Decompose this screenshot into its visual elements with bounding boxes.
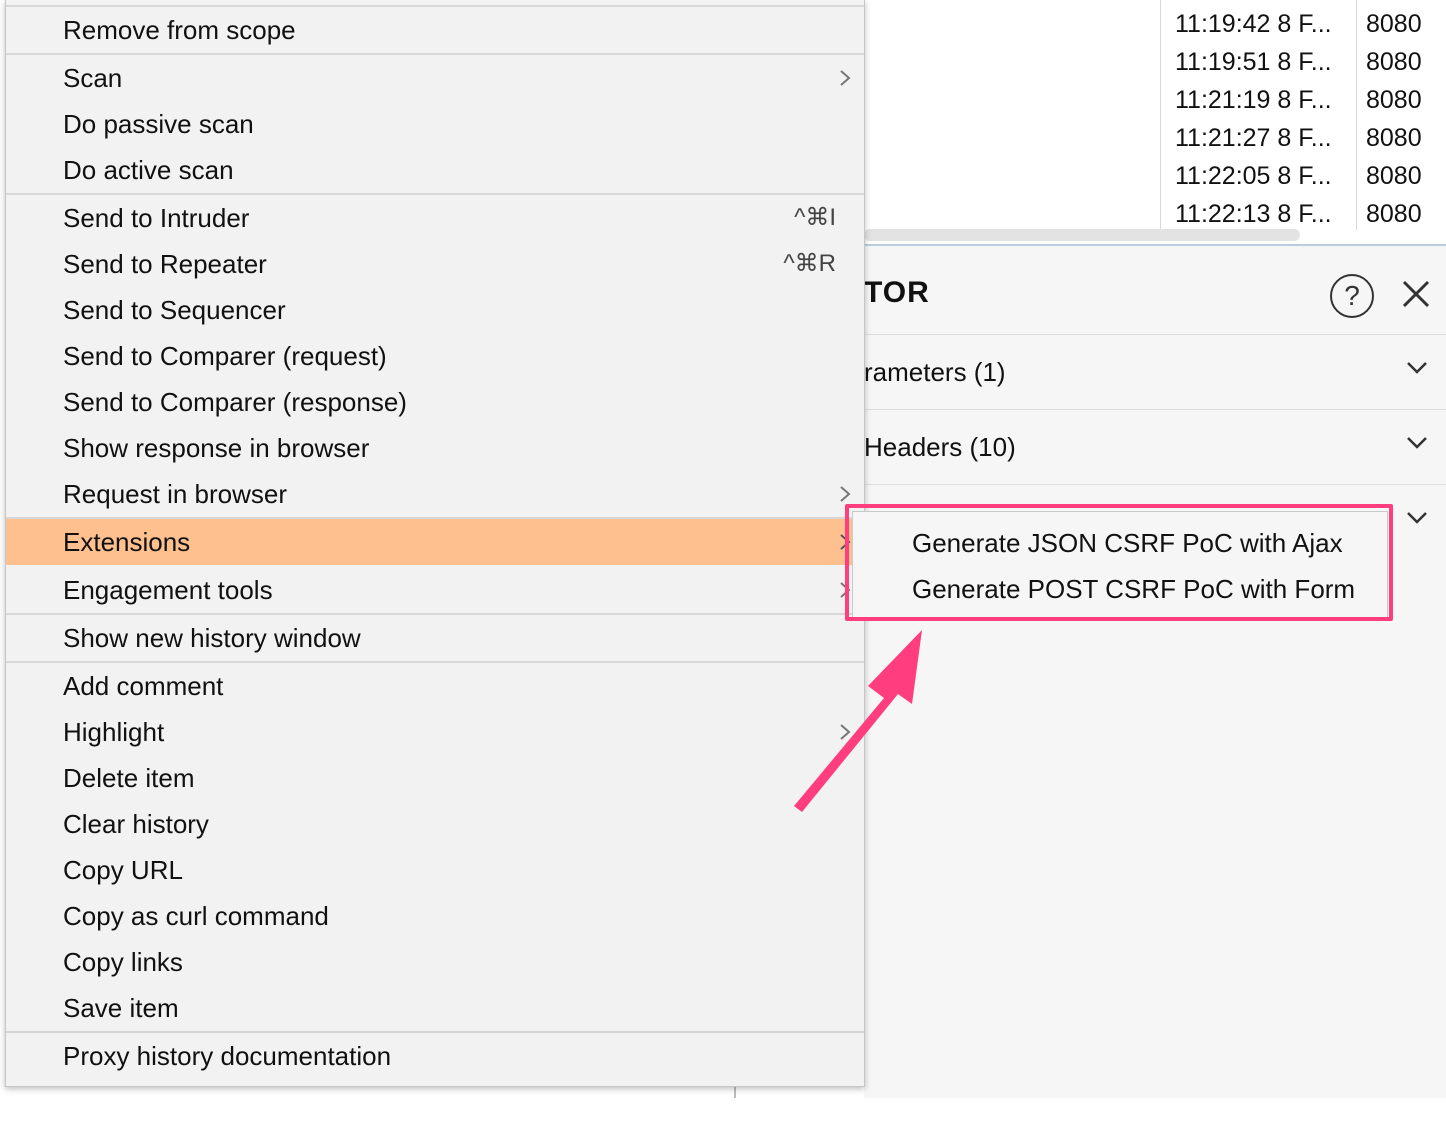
section-label: Headers (10) <box>864 432 1016 462</box>
time-cell: 11:21:27 8 F... <box>1175 124 1332 152</box>
time-cell: 11:22:13 8 F... <box>1175 200 1332 228</box>
menu-item-request-in-browser[interactable]: Request in browser <box>6 471 864 517</box>
menu-item-delete-item[interactable]: Delete item <box>6 755 864 801</box>
port-cell: 8080 <box>1366 10 1422 38</box>
menu-item-do-passive-scan[interactable]: Do passive scan <box>6 101 864 147</box>
menu-item-remove-from-scope[interactable]: Remove from scope <box>6 7 864 53</box>
menu-item-label: Delete item <box>63 763 195 793</box>
chevron-down-icon <box>1407 437 1427 449</box>
chevron-right-icon <box>840 486 851 502</box>
menu-item-label: Save item <box>63 993 179 1023</box>
time-cell: 11:21:19 8 F... <box>1175 86 1332 114</box>
menu-item-do-active-scan[interactable]: Do active scan <box>6 147 864 193</box>
menu-item-copy-links[interactable]: Copy links <box>6 939 864 985</box>
close-icon[interactable] <box>1396 274 1436 314</box>
section-label: rameters (1) <box>864 357 1006 387</box>
table-row[interactable]: 11:19:51 8 F... 8080 <box>1160 43 1446 81</box>
port-cell: 8080 <box>1366 162 1422 190</box>
keyboard-shortcut: ^⌘R <box>783 250 836 277</box>
inspector-panel: TOR ? rameters (1) Headers (10) <box>864 246 1446 1100</box>
menu-item-send-to-intruder[interactable]: Send to Intruder ^⌘I <box>6 195 864 241</box>
menu-item-send-to-comparer-response[interactable]: Send to Comparer (response) <box>6 379 864 425</box>
menu-item-label: Add comment <box>63 671 224 701</box>
port-cell: 8080 <box>1366 124 1422 152</box>
port-cell: 8080 <box>1366 48 1422 76</box>
menu-item-clear-history[interactable]: Clear history <box>6 801 864 847</box>
menu-item-label: Copy URL <box>63 855 183 885</box>
port-cell: 8080 <box>1366 86 1422 114</box>
chevron-right-icon <box>840 70 851 86</box>
annotation-highlight-box <box>845 504 1393 621</box>
menu-item-label: Send to Comparer (request) <box>63 341 387 371</box>
chevron-down-icon <box>1407 362 1427 374</box>
menu-item-extensions[interactable]: Extensions <box>6 519 864 565</box>
menu-item-show-response-in-browser[interactable]: Show response in browser <box>6 425 864 471</box>
table-row[interactable]: 11:22:05 8 F... 8080 <box>1160 157 1446 195</box>
menu-item-engagement-tools[interactable]: Engagement tools <box>6 567 864 613</box>
horizontal-scrollbar[interactable] <box>864 229 1300 241</box>
menu-item-label: Send to Comparer (response) <box>63 387 407 417</box>
chevron-down-icon <box>1407 512 1427 524</box>
menu-item-label: Send to Intruder <box>63 203 250 233</box>
menu-item-label: Copy links <box>63 947 183 977</box>
menu-item-label: Send to Repeater <box>63 249 267 279</box>
annotation-arrow-icon <box>794 630 922 812</box>
menu-item-label: Send to Sequencer <box>63 295 286 325</box>
menu-item-label: Scan <box>63 63 123 93</box>
menu-item-label: Engagement tools <box>63 575 273 605</box>
menu-item-label: Proxy history documentation <box>63 1041 392 1071</box>
bottom-margin <box>0 1098 1446 1140</box>
menu-item-label: Request in browser <box>63 479 287 509</box>
time-cell: 11:19:51 8 F... <box>1175 48 1332 76</box>
menu-item-label: Show new history window <box>63 623 361 653</box>
table-row[interactable]: 11:21:27 8 F... 8080 <box>1160 119 1446 157</box>
context-menu: Remove from scope Scan Do passive scan D… <box>5 0 865 1087</box>
time-cell: 11:22:05 8 F... <box>1175 162 1332 190</box>
menu-item-label: Highlight <box>63 717 165 747</box>
menu-item-label: Copy as curl command <box>63 901 329 931</box>
menu-item-send-to-sequencer[interactable]: Send to Sequencer <box>6 287 864 333</box>
time-cell: 11:19:42 8 F... <box>1175 10 1332 38</box>
inspector-section-headers[interactable]: Headers (10) <box>864 409 1446 484</box>
menu-item-add-comment[interactable]: Add comment <box>6 663 864 709</box>
menu-item-copy-as-curl-command[interactable]: Copy as curl command <box>6 893 864 939</box>
inspector-title: TOR <box>864 276 930 309</box>
menu-item-send-to-comparer-request[interactable]: Send to Comparer (request) <box>6 333 864 379</box>
keyboard-shortcut: ^⌘I <box>794 204 836 231</box>
menu-item-label: Clear history <box>63 809 209 839</box>
table-row[interactable]: 11:22:13 8 F... 8080 <box>1160 195 1446 233</box>
menu-item-save-item[interactable]: Save item <box>6 985 864 1031</box>
help-icon[interactable]: ? <box>1330 274 1374 318</box>
menu-item-label: Extensions <box>63 527 191 557</box>
menu-item-label: Show response in browser <box>63 433 370 463</box>
menu-item-copy-url[interactable]: Copy URL <box>6 847 864 893</box>
menu-item-label: Remove from scope <box>63 15 296 45</box>
table-row[interactable]: 11:21:19 8 F... 8080 <box>1160 81 1446 119</box>
menu-item-label: Do active scan <box>63 155 234 185</box>
menu-item-proxy-history-documentation[interactable]: Proxy history documentation <box>6 1033 864 1079</box>
port-cell: 8080 <box>1366 200 1422 228</box>
menu-item-show-new-history-window[interactable]: Show new history window <box>6 615 864 661</box>
menu-item-label: Do passive scan <box>63 109 254 139</box>
menu-item-send-to-repeater[interactable]: Send to Repeater ^⌘R <box>6 241 864 287</box>
menu-item-highlight[interactable]: Highlight <box>6 709 864 755</box>
table-row[interactable]: 11:19:42 8 F... 8080 <box>1160 5 1446 43</box>
inspector-section-parameters[interactable]: rameters (1) <box>864 334 1446 409</box>
menu-item-scan[interactable]: Scan <box>6 55 864 101</box>
